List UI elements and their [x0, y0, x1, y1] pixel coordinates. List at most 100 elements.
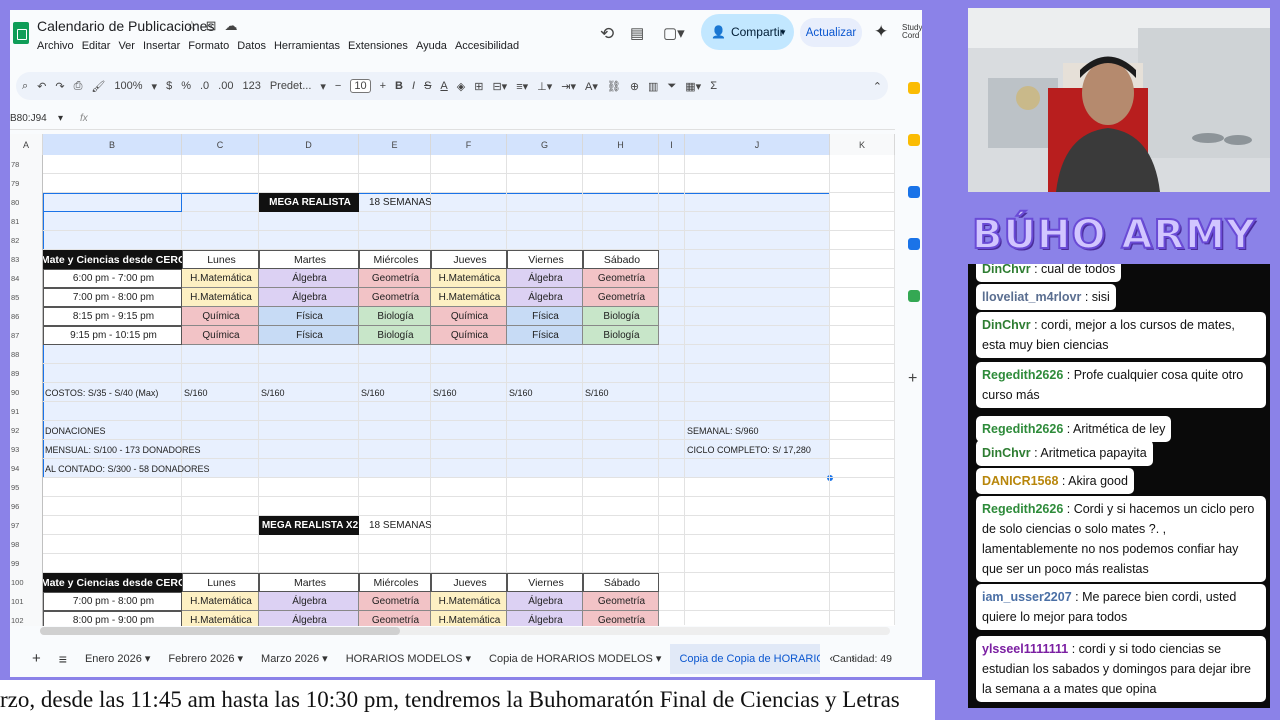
meet-icon[interactable]: ▢▾	[663, 24, 685, 42]
row-header[interactable]: 97	[10, 516, 43, 535]
share-button[interactable]: 👤 Compartir ▼	[701, 14, 794, 50]
font-size-increase-icon[interactable]: +	[380, 80, 386, 92]
row-header[interactable]: 99	[10, 554, 43, 573]
block1-day-header[interactable]: Miércoles	[359, 250, 431, 269]
block1-course-cell[interactable]: H.Matemática	[431, 269, 507, 288]
block1-day-header[interactable]: Lunes	[182, 250, 259, 269]
row-header[interactable]: 90	[10, 383, 43, 402]
print-icon[interactable]: ⎙	[74, 80, 83, 93]
weekly-total[interactable]: SEMANAL: S/960	[685, 421, 830, 440]
decrease-decimals-button[interactable]: .0	[200, 80, 209, 92]
chat-username[interactable]: Regedith2626	[982, 502, 1063, 516]
block1-course-cell[interactable]: Química	[182, 326, 259, 345]
selected-cell-b80[interactable]	[43, 193, 182, 212]
keep-icon[interactable]	[908, 134, 920, 146]
history-icon[interactable]: ⟲	[600, 24, 614, 44]
row-header[interactable]: 101	[10, 592, 43, 611]
strikethrough-icon[interactable]: S	[424, 80, 431, 92]
block1-course-cell[interactable]: Biología	[583, 307, 659, 326]
sheet-tab-horarios[interactable]: HORARIOS MODELOS ▾	[337, 652, 480, 665]
gemini-sparkle-icon[interactable]: ✦	[874, 22, 888, 42]
collapse-toolbar-icon[interactable]: ⌃	[873, 80, 882, 93]
cost-cell[interactable]: S/160	[507, 383, 583, 402]
row-header[interactable]: 95	[10, 478, 43, 497]
chat-username[interactable]: ylsseel1111111	[982, 642, 1068, 656]
column-header-k[interactable]: K	[830, 134, 895, 155]
chat-username[interactable]: DinChvr	[982, 446, 1031, 460]
column-header-c[interactable]: C	[182, 134, 259, 155]
column-header-b[interactable]: B	[43, 134, 182, 155]
block1-time-slot[interactable]: 6:00 pm - 7:00 pm	[43, 269, 182, 288]
filter-icon[interactable]: ⏷	[667, 80, 676, 93]
menu-extensiones[interactable]: Extensiones	[348, 40, 408, 52]
calendar-icon[interactable]	[908, 82, 920, 94]
chat-username[interactable]: Regedith2626	[982, 368, 1063, 382]
paint-format-icon[interactable]: 🖌	[91, 80, 105, 93]
borders-icon[interactable]: ⊞	[474, 80, 483, 93]
comments-icon[interactable]: ▤	[630, 24, 644, 42]
column-header-j[interactable]: J	[685, 134, 830, 155]
functions-icon[interactable]: Σ	[710, 80, 717, 92]
contacts-icon[interactable]	[908, 238, 920, 250]
chat-username[interactable]: lloveliat_m4rlovr	[982, 290, 1081, 304]
block2-title[interactable]: MEGA REALISTA X2	[259, 516, 359, 535]
block1-course-cell[interactable]: Biología	[359, 326, 431, 345]
add-addon-icon[interactable]: +	[908, 370, 917, 388]
block1-day-header[interactable]: Jueves	[431, 250, 507, 269]
block1-weeks[interactable]: 18 SEMANAS	[359, 193, 431, 212]
update-button[interactable]: Actualizar	[800, 18, 862, 47]
row-header[interactable]: 84	[10, 269, 43, 288]
row-header[interactable]: 83	[10, 250, 43, 269]
block1-course-cell[interactable]: Física	[259, 326, 359, 345]
row-header[interactable]: 81	[10, 212, 43, 231]
row-header[interactable]: 82	[10, 231, 43, 250]
block1-day-header[interactable]: Viernes	[507, 250, 583, 269]
block2-course-cell[interactable]: Álgebra	[259, 611, 359, 626]
block1-time-slot[interactable]: 9:15 pm - 10:15 pm	[43, 326, 182, 345]
block1-time-slot[interactable]: 7:00 pm - 8:00 pm	[43, 288, 182, 307]
column-header-h[interactable]: H	[583, 134, 659, 155]
menu-datos[interactable]: Datos	[237, 40, 266, 52]
block2-day-header[interactable]: Martes	[259, 573, 359, 592]
scrollbar-thumb[interactable]	[40, 627, 400, 635]
font-select[interactable]: Predet...	[270, 80, 312, 92]
text-rotate-icon[interactable]: A▾	[585, 80, 598, 93]
block1-day-header[interactable]: Sábado	[583, 250, 659, 269]
block2-course-cell[interactable]: Álgebra	[507, 611, 583, 626]
spreadsheet-grid[interactable]: ABCDEFGHIJK 78 79 80 81 82 83 84 85 86 87 88 89 90 91…	[10, 134, 895, 626]
row-header[interactable]: 102	[10, 611, 43, 626]
fill-color-icon[interactable]: ◈	[457, 80, 465, 93]
star-move-cloud-icons[interactable]: ☆⊡☁	[186, 18, 246, 34]
chat-username[interactable]: Regedith2626	[982, 422, 1063, 436]
block2-day-header[interactable]: Sábado	[583, 573, 659, 592]
block2-day-header[interactable]: Miércoles	[359, 573, 431, 592]
merge-cells-icon[interactable]: ⊟▾	[492, 80, 507, 93]
sheet-tab-enero[interactable]: Enero 2026 ▾	[76, 652, 159, 665]
chart-icon[interactable]: ▥	[648, 80, 658, 93]
column-header-d[interactable]: D	[259, 134, 359, 155]
block1-course-cell[interactable]: Física	[259, 307, 359, 326]
block2-course-cell[interactable]: H.Matemática	[182, 611, 259, 626]
menu-herramientas[interactable]: Herramientas	[274, 40, 340, 52]
block2-time-slot[interactable]: 7:00 pm - 8:00 pm	[43, 592, 182, 611]
add-sheet-icon[interactable]: +	[10, 650, 50, 667]
sheet-tab-copia-copia-horarios[interactable]: Copia de Copia de HORARIOS MO	[670, 643, 821, 674]
block2-day-header[interactable]: Jueves	[431, 573, 507, 592]
block1-schedule-header[interactable]: Mate y Ciencias desde CERO	[43, 250, 182, 269]
block2-course-cell[interactable]: Álgebra	[507, 592, 583, 611]
selection-count[interactable]: Cantidad: 49	[832, 653, 892, 665]
block1-course-cell[interactable]: Química	[431, 307, 507, 326]
menu-ver[interactable]: Ver	[118, 40, 135, 52]
menu-formato[interactable]: Formato	[188, 40, 229, 52]
menu-accesibilidad[interactable]: Accesibilidad	[455, 40, 519, 52]
search-icon[interactable]: ⌕	[22, 80, 28, 93]
chevron-down-icon[interactable]: ▾	[320, 80, 326, 93]
study-cord-logo[interactable]: Study Cord	[902, 24, 922, 40]
row-header[interactable]: 93	[10, 440, 43, 459]
block2-time-slot[interactable]: 8:00 pm - 9:00 pm	[43, 611, 182, 626]
block2-course-cell[interactable]: H.Matemática	[431, 592, 507, 611]
column-header-i[interactable]: I	[659, 134, 685, 155]
number-format-button[interactable]: 123	[242, 80, 260, 92]
chat-username[interactable]: DinChvr	[982, 318, 1031, 332]
block1-course-cell[interactable]: Física	[507, 326, 583, 345]
